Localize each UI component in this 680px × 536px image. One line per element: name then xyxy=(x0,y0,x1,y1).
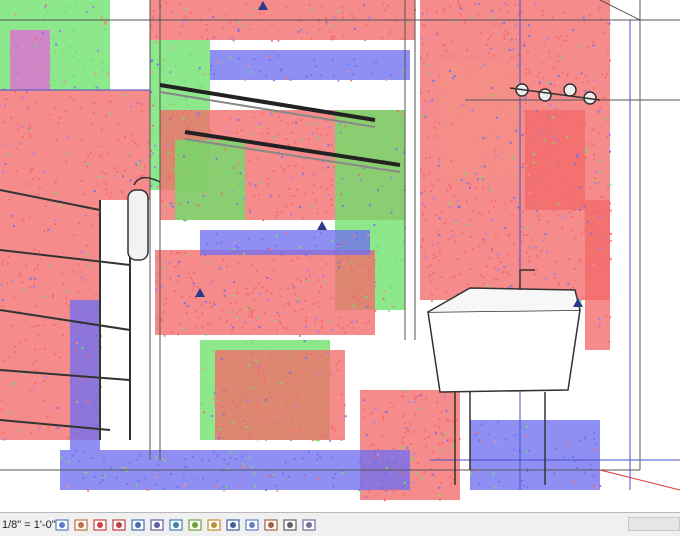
3d-view-canvas[interactable] xyxy=(0,0,680,512)
hide-analytical-model-icon[interactable] xyxy=(282,517,298,533)
shadows-off-icon[interactable] xyxy=(111,517,127,533)
temporary-hide-isolate-icon[interactable] xyxy=(206,517,222,533)
view-control-buttons xyxy=(54,517,320,533)
floor-blue xyxy=(60,450,410,492)
detail-level-icon[interactable] xyxy=(54,517,70,533)
show-crop-region-icon[interactable] xyxy=(168,517,184,533)
view-scale-button[interactable]: 1/8" = 1'-0" xyxy=(0,519,56,531)
left-magenta xyxy=(10,30,50,90)
counter-top-blue xyxy=(200,230,372,257)
shelf-top-band xyxy=(210,50,410,82)
reveal-hidden-elements-icon[interactable] xyxy=(225,517,241,533)
floor-right xyxy=(470,420,602,490)
green-block-middle xyxy=(175,140,247,222)
utility-sink-basin xyxy=(155,250,377,337)
under-counter-red xyxy=(215,350,347,442)
wall-right-salmon xyxy=(440,60,522,181)
temporary-view-properties-icon[interactable] xyxy=(263,517,279,533)
left-red-area xyxy=(0,90,152,201)
wall-upper-left xyxy=(150,0,416,42)
sun-path-off-icon[interactable] xyxy=(92,517,108,533)
highlight-displacement-icon[interactable] xyxy=(301,517,317,533)
section-line xyxy=(599,469,680,491)
water-heater-area xyxy=(525,110,587,212)
wall-right-edge xyxy=(585,200,612,350)
view-control-bar: 1/8" = 1'-0" xyxy=(0,512,680,536)
horizontal-scrollbar[interactable] xyxy=(628,517,680,531)
show-rendering-icon[interactable] xyxy=(130,517,146,533)
point-cloud-scene xyxy=(0,0,680,502)
crop-view-icon[interactable] xyxy=(149,517,165,533)
unlock-3d-view-icon[interactable] xyxy=(187,517,203,533)
worksharing-display-icon[interactable] xyxy=(244,517,260,533)
visual-style-icon[interactable] xyxy=(73,517,89,533)
